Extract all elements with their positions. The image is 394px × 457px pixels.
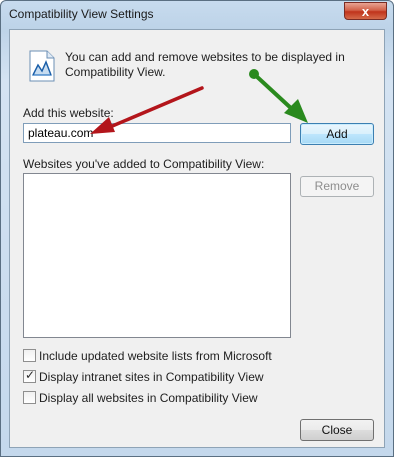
close-button[interactable]: Close xyxy=(300,419,374,441)
option-display-intranet-sites[interactable]: ✓ Display intranet sites in Compatibilit… xyxy=(23,369,273,385)
intro-text: You can add and remove websites to be di… xyxy=(65,50,345,79)
add-website-label: Add this website: xyxy=(23,106,114,120)
checkbox-display-intranet-sites[interactable]: ✓ xyxy=(23,368,36,383)
close-icon: x xyxy=(361,4,370,19)
added-websites-list[interactable] xyxy=(23,173,291,338)
add-website-field[interactable] xyxy=(23,123,291,143)
checkmark-icon: ✓ xyxy=(25,368,36,382)
title-bar[interactable]: Compatibility View Settings x xyxy=(1,1,393,27)
checkbox-include-microsoft-lists[interactable] xyxy=(23,349,36,362)
option-label: Include updated website lists from Micro… xyxy=(39,349,272,363)
compatibility-view-dialog: Compatibility View Settings x You can ad… xyxy=(0,0,394,457)
option-include-microsoft-lists[interactable]: Include updated website lists from Micro… xyxy=(23,348,273,364)
add-button[interactable]: Add xyxy=(300,123,374,145)
window-title: Compatibility View Settings xyxy=(9,7,154,21)
option-label: Display intranet sites in Compatibility … xyxy=(39,370,264,384)
dialog-body: You can add and remove websites to be di… xyxy=(9,29,385,448)
added-websites-label: Websites you've added to Compatibility V… xyxy=(23,157,265,171)
option-display-all-websites[interactable]: Display all websites in Compatibility Vi… xyxy=(23,390,273,406)
option-label: Display all websites in Compatibility Vi… xyxy=(39,391,258,405)
compatibility-view-icon xyxy=(29,50,55,82)
checkbox-display-all-websites[interactable] xyxy=(23,391,36,404)
remove-button[interactable]: Remove xyxy=(300,176,374,197)
window-close-button[interactable]: x xyxy=(344,2,387,20)
add-website-input[interactable] xyxy=(24,124,290,142)
